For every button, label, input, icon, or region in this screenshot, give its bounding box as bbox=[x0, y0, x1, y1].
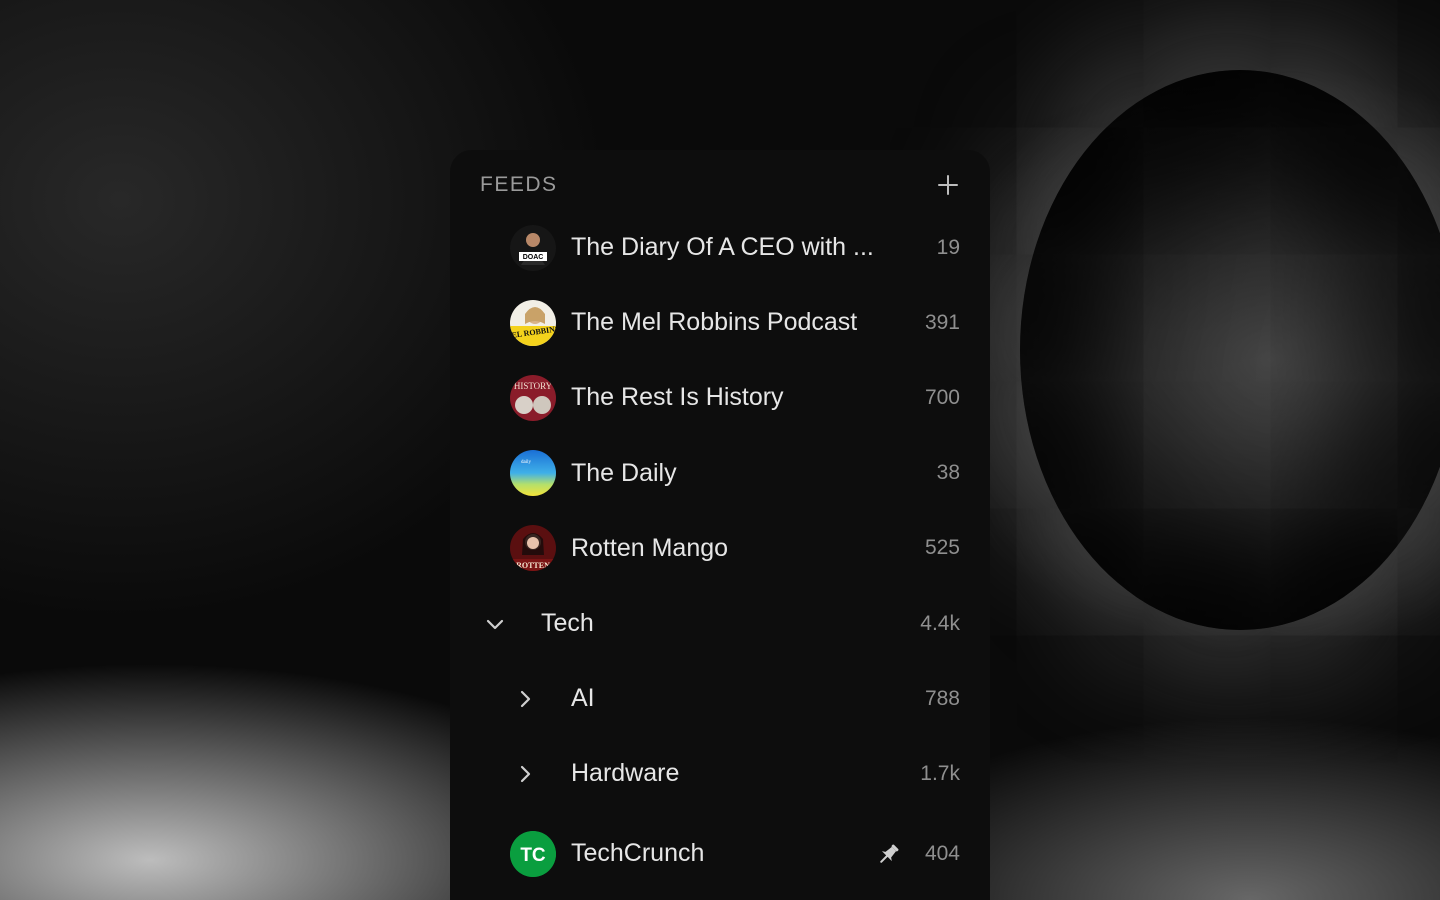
unread-count: 1.7k bbox=[920, 761, 960, 785]
feed-item-label: TechCrunch bbox=[571, 839, 705, 867]
folder-hardware[interactable]: Hardware 1.7k bbox=[450, 736, 990, 811]
chevron-down-icon[interactable] bbox=[483, 612, 507, 636]
plus-icon bbox=[938, 175, 958, 195]
feed-item-label: The Rest Is History bbox=[571, 383, 784, 412]
feed-item-label: The Daily bbox=[571, 458, 677, 487]
chevron-right-icon[interactable] bbox=[513, 687, 537, 711]
feeds-title: FEEDS bbox=[480, 173, 558, 196]
avatar-text: DOAC bbox=[523, 254, 544, 261]
feed-item-techcrunch[interactable]: TC TechCrunch 404 bbox=[450, 812, 990, 896]
podcast-avatar: DOAC bbox=[510, 224, 556, 271]
folder-ai[interactable]: AI 788 bbox=[450, 661, 990, 736]
feed-item-mel-robbins[interactable]: MEL ROBBINS The Mel Robbins Podcast 391 bbox=[450, 285, 990, 360]
feed-item-label: The Diary Of A CEO with ... bbox=[571, 233, 874, 262]
unread-count: 788 bbox=[924, 686, 960, 710]
podcast-avatar: HISTORY bbox=[510, 374, 556, 421]
unread-count: 38 bbox=[936, 461, 960, 485]
feed-item-rotten-mango[interactable]: ROTTEN Rotten Mango 525 bbox=[450, 511, 990, 586]
background-glow bbox=[1020, 70, 1440, 630]
podcast-avatar: daily bbox=[510, 450, 556, 497]
feed-item-rest-is-history[interactable]: HISTORY The Rest Is History 700 bbox=[450, 360, 990, 435]
folder-label: AI bbox=[571, 684, 595, 713]
unread-count: 391 bbox=[924, 310, 960, 334]
feed-item-label: Rotten Mango bbox=[571, 533, 729, 562]
chevron-right-icon[interactable] bbox=[513, 762, 537, 786]
unread-count: 4.4k bbox=[920, 611, 960, 635]
add-feed-button[interactable] bbox=[934, 171, 962, 199]
podcast-avatar: MEL ROBBINS bbox=[510, 299, 556, 346]
feeds-header: FEEDS bbox=[480, 170, 962, 200]
avatar-text: HISTORY bbox=[514, 381, 553, 391]
feed-item-the-daily[interactable]: daily The Daily 38 bbox=[450, 436, 990, 511]
unread-count: 525 bbox=[924, 536, 960, 560]
techcrunch-logo: TC bbox=[510, 830, 556, 877]
feeds-sidebar: FEEDS DOAC The Diary Of A CEO with ... 1… bbox=[450, 150, 990, 900]
avatar-text: ROTTEN bbox=[516, 561, 550, 570]
pin-icon[interactable] bbox=[876, 841, 902, 867]
unread-count: 404 bbox=[924, 841, 960, 865]
avatar-text: TC bbox=[520, 845, 546, 866]
podcast-avatar: ROTTEN bbox=[510, 525, 556, 572]
folder-label: Hardware bbox=[571, 759, 680, 788]
feed-item-diary-of-a-ceo[interactable]: DOAC The Diary Of A CEO with ... 19 bbox=[450, 210, 990, 285]
feed-item-label: The Mel Robbins Podcast bbox=[571, 308, 858, 337]
avatar-text: daily bbox=[521, 460, 531, 465]
unread-count: 700 bbox=[924, 385, 960, 409]
feed-list: DOAC The Diary Of A CEO with ... 19 MEL … bbox=[450, 210, 990, 896]
folder-label: Tech bbox=[541, 609, 594, 638]
folder-tech[interactable]: Tech 4.4k bbox=[450, 586, 990, 661]
unread-count: 19 bbox=[936, 235, 960, 259]
